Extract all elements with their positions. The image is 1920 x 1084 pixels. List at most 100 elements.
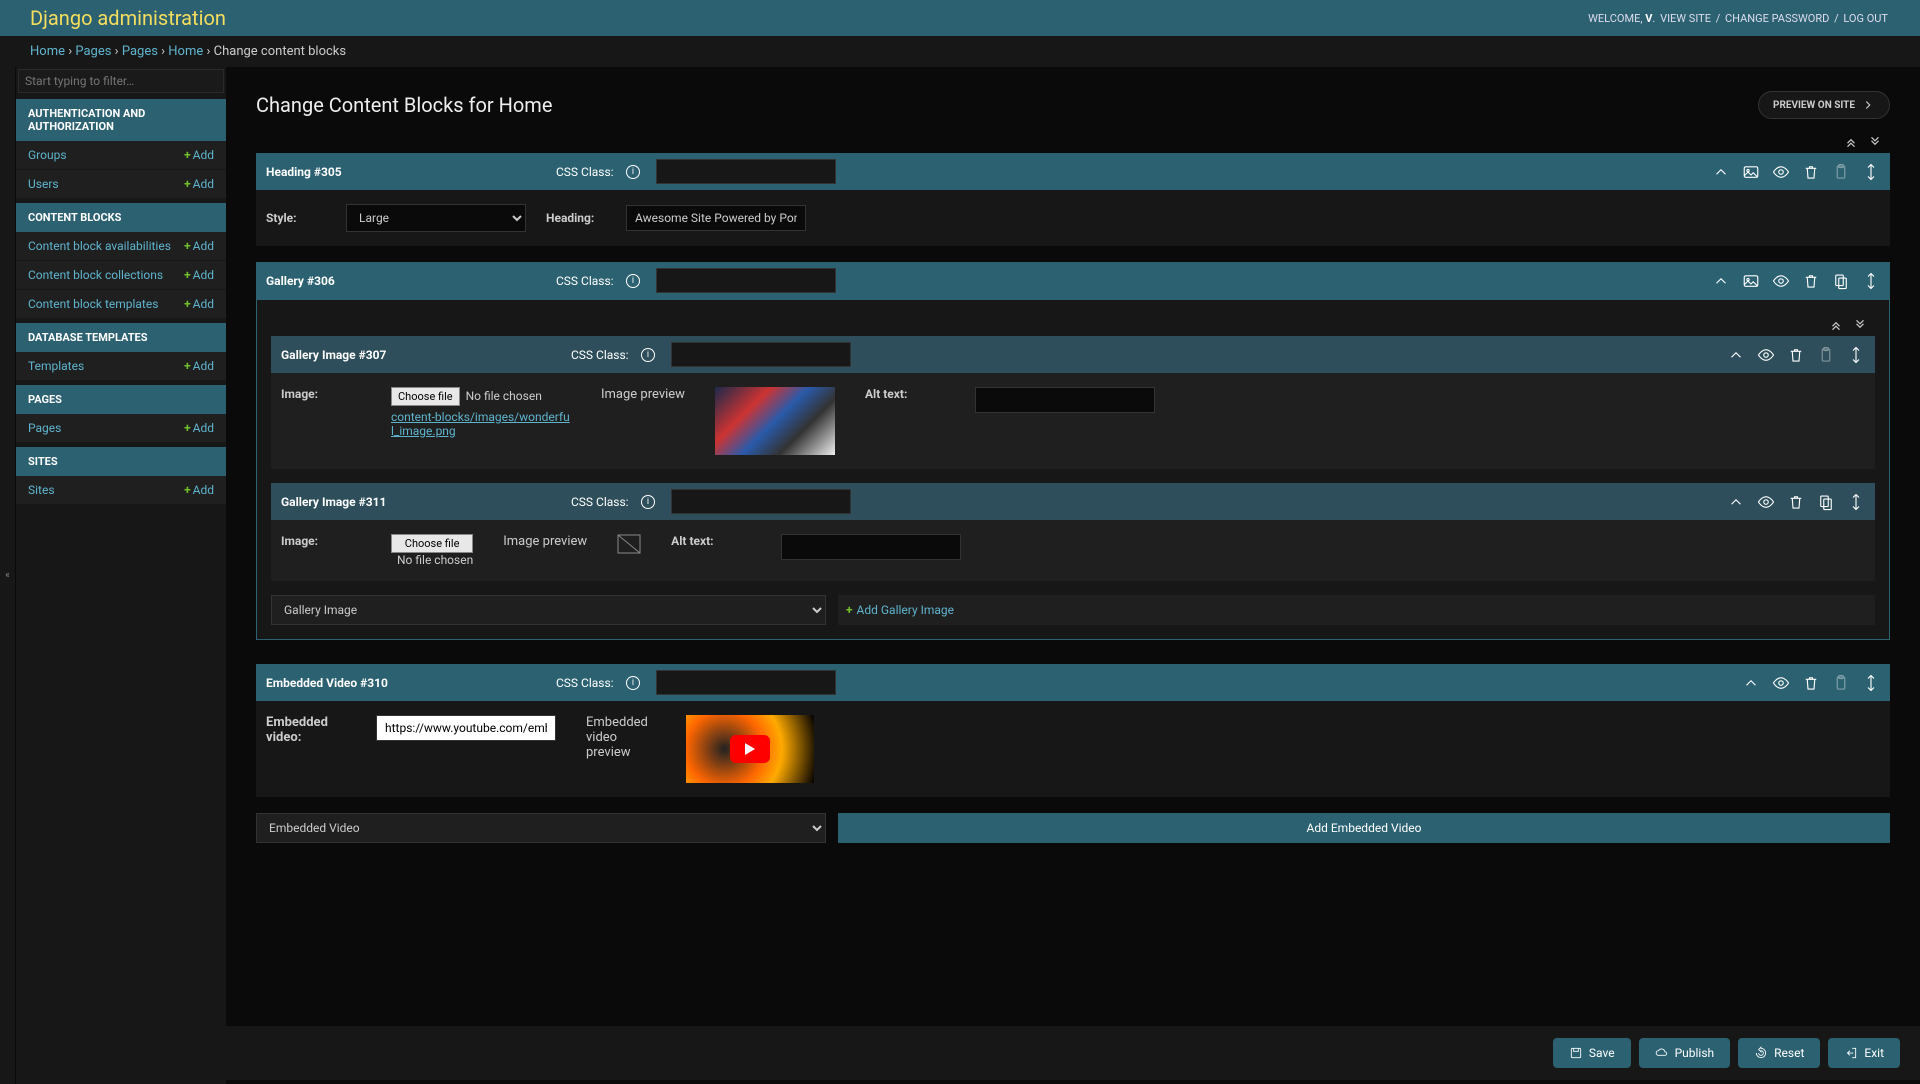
info-icon[interactable]: i	[641, 348, 655, 362]
trash-icon[interactable]	[1787, 493, 1805, 511]
sidebar-section-cb: CONTENT BLOCKS	[16, 203, 226, 232]
add-embedded-video-button[interactable]: Add Embedded Video	[838, 813, 1890, 843]
sidebar-filter-input[interactable]	[18, 69, 224, 93]
sidebar-item-pages[interactable]: Pages	[28, 421, 61, 435]
eye-icon[interactable]	[1757, 493, 1775, 511]
add-block-type-select[interactable]: Embedded Video	[256, 813, 826, 843]
breadcrumb-home[interactable]: Home	[30, 44, 65, 59]
add-pages[interactable]: +Add	[184, 421, 214, 435]
save-button[interactable]: Save	[1553, 1038, 1631, 1068]
sidebar-item-cbt[interactable]: Content block templates	[28, 297, 158, 311]
css-class-input[interactable]	[656, 268, 836, 293]
drag-handle-icon[interactable]	[1847, 346, 1865, 364]
css-class-input[interactable]	[656, 159, 836, 184]
chevron-up-icon[interactable]	[1712, 163, 1730, 181]
sidebar-section-auth: AUTHENTICATION AND AUTHORIZATION	[16, 99, 226, 141]
video-preview[interactable]	[686, 715, 814, 783]
chevron-up-icon[interactable]	[1742, 674, 1760, 692]
chevron-up-icon[interactable]	[1712, 272, 1730, 290]
add-sites[interactable]: +Add	[184, 483, 214, 497]
choose-file-button[interactable]: Choose file	[391, 534, 473, 553]
sidebar-collapse-handle[interactable]: «	[0, 67, 16, 1084]
add-cba[interactable]: +Add	[184, 239, 214, 253]
reset-icon	[1754, 1046, 1768, 1060]
video-url-input[interactable]	[376, 715, 556, 741]
chevron-right-icon	[1861, 98, 1875, 112]
drag-handle-icon[interactable]	[1862, 272, 1880, 290]
heading-input[interactable]	[626, 205, 806, 231]
breadcrumb-home2[interactable]: Home	[168, 44, 203, 59]
add-gallery-type-select[interactable]: Gallery Image	[271, 595, 826, 625]
user-tools: WELCOME, V. VIEW SITE / CHANGE PASSWORD …	[1588, 12, 1890, 25]
add-cbt[interactable]: +Add	[184, 297, 214, 311]
publish-button[interactable]: Publish	[1639, 1038, 1731, 1068]
expand-all-icon[interactable]	[1868, 135, 1882, 149]
add-gallery-image-button[interactable]: +Add Gallery Image	[838, 595, 1875, 625]
sidebar-item-groups[interactable]: Groups	[28, 148, 67, 162]
add-cbc[interactable]: +Add	[184, 268, 214, 282]
sidebar-item-cbc[interactable]: Content block collections	[28, 268, 163, 282]
copy-paste-icon[interactable]	[1832, 272, 1850, 290]
add-groups[interactable]: +Add	[184, 148, 214, 162]
add-users[interactable]: +Add	[184, 177, 214, 191]
info-icon[interactable]: i	[626, 165, 640, 179]
trash-icon[interactable]	[1802, 674, 1820, 692]
save-icon	[1569, 1046, 1583, 1060]
info-icon[interactable]: i	[626, 274, 640, 288]
site-title: Django administration	[30, 6, 226, 30]
image-icon[interactable]	[1742, 272, 1760, 290]
reset-button[interactable]: Reset	[1738, 1038, 1820, 1068]
paste-icon[interactable]	[1832, 674, 1850, 692]
chevron-up-icon[interactable]	[1727, 493, 1745, 511]
choose-file-button[interactable]: Choose file	[391, 387, 460, 406]
exit-icon	[1844, 1046, 1858, 1060]
drag-handle-icon[interactable]	[1862, 674, 1880, 692]
eye-icon[interactable]	[1772, 674, 1790, 692]
css-class-input[interactable]	[671, 342, 851, 367]
expand-all-icon[interactable]	[1853, 318, 1867, 332]
info-icon[interactable]: i	[626, 676, 640, 690]
eye-icon[interactable]	[1772, 272, 1790, 290]
file-link[interactable]: content-blocks/images/wonderful_image.pn…	[391, 410, 571, 438]
style-select[interactable]: Large	[346, 204, 526, 232]
exit-button[interactable]: Exit	[1828, 1038, 1900, 1068]
block-title: Gallery #306	[266, 274, 546, 288]
trash-icon[interactable]	[1802, 272, 1820, 290]
eye-icon[interactable]	[1772, 163, 1790, 181]
copy-paste-icon[interactable]	[1817, 493, 1835, 511]
sidebar-item-cba[interactable]: Content block availabilities	[28, 239, 171, 253]
paste-icon[interactable]	[1817, 346, 1835, 364]
chevron-up-icon[interactable]	[1727, 346, 1745, 364]
css-class-input[interactable]	[671, 489, 851, 514]
breadcrumb: Home › Pages › Pages › Home › Change con…	[0, 36, 1920, 67]
block-heading-305: Heading #305 CSS Class: i Style: Large H…	[256, 153, 1890, 246]
breadcrumb-pages2[interactable]: Pages	[122, 44, 158, 59]
view-site-link[interactable]: VIEW SITE	[1660, 12, 1711, 25]
paste-icon[interactable]	[1832, 163, 1850, 181]
sidebar-item-sites[interactable]: Sites	[28, 483, 55, 497]
collapse-all-icon[interactable]	[1844, 135, 1858, 149]
sidebar-item-users[interactable]: Users	[28, 177, 59, 191]
trash-icon[interactable]	[1787, 346, 1805, 364]
block-video-310: Embedded Video #310 CSS Class: i Embedde…	[256, 664, 1890, 797]
logout-link[interactable]: LOG OUT	[1843, 12, 1888, 25]
css-class-input[interactable]	[656, 670, 836, 695]
eye-icon[interactable]	[1757, 346, 1775, 364]
drag-handle-icon[interactable]	[1862, 163, 1880, 181]
image-preview	[715, 387, 835, 455]
sidebar-section-sites: SITES	[16, 447, 226, 476]
change-password-link[interactable]: CHANGE PASSWORD	[1725, 12, 1829, 25]
add-templates[interactable]: +Add	[184, 359, 214, 373]
alt-text-input[interactable]	[781, 534, 961, 560]
breadcrumb-pages[interactable]: Pages	[75, 44, 111, 59]
alt-text-input[interactable]	[975, 387, 1155, 413]
preview-on-site-button[interactable]: PREVIEW ON SITE	[1758, 91, 1890, 119]
page-title: Change Content Blocks for Home	[256, 93, 552, 117]
collapse-all-icon[interactable]	[1829, 318, 1843, 332]
sidebar-item-templates[interactable]: Templates	[28, 359, 84, 373]
image-icon[interactable]	[1742, 163, 1760, 181]
trash-icon[interactable]	[1802, 163, 1820, 181]
info-icon[interactable]: i	[641, 495, 655, 509]
block-gallery-image-307: Gallery Image #307 CSS Class: i	[271, 336, 1875, 469]
drag-handle-icon[interactable]	[1847, 493, 1865, 511]
